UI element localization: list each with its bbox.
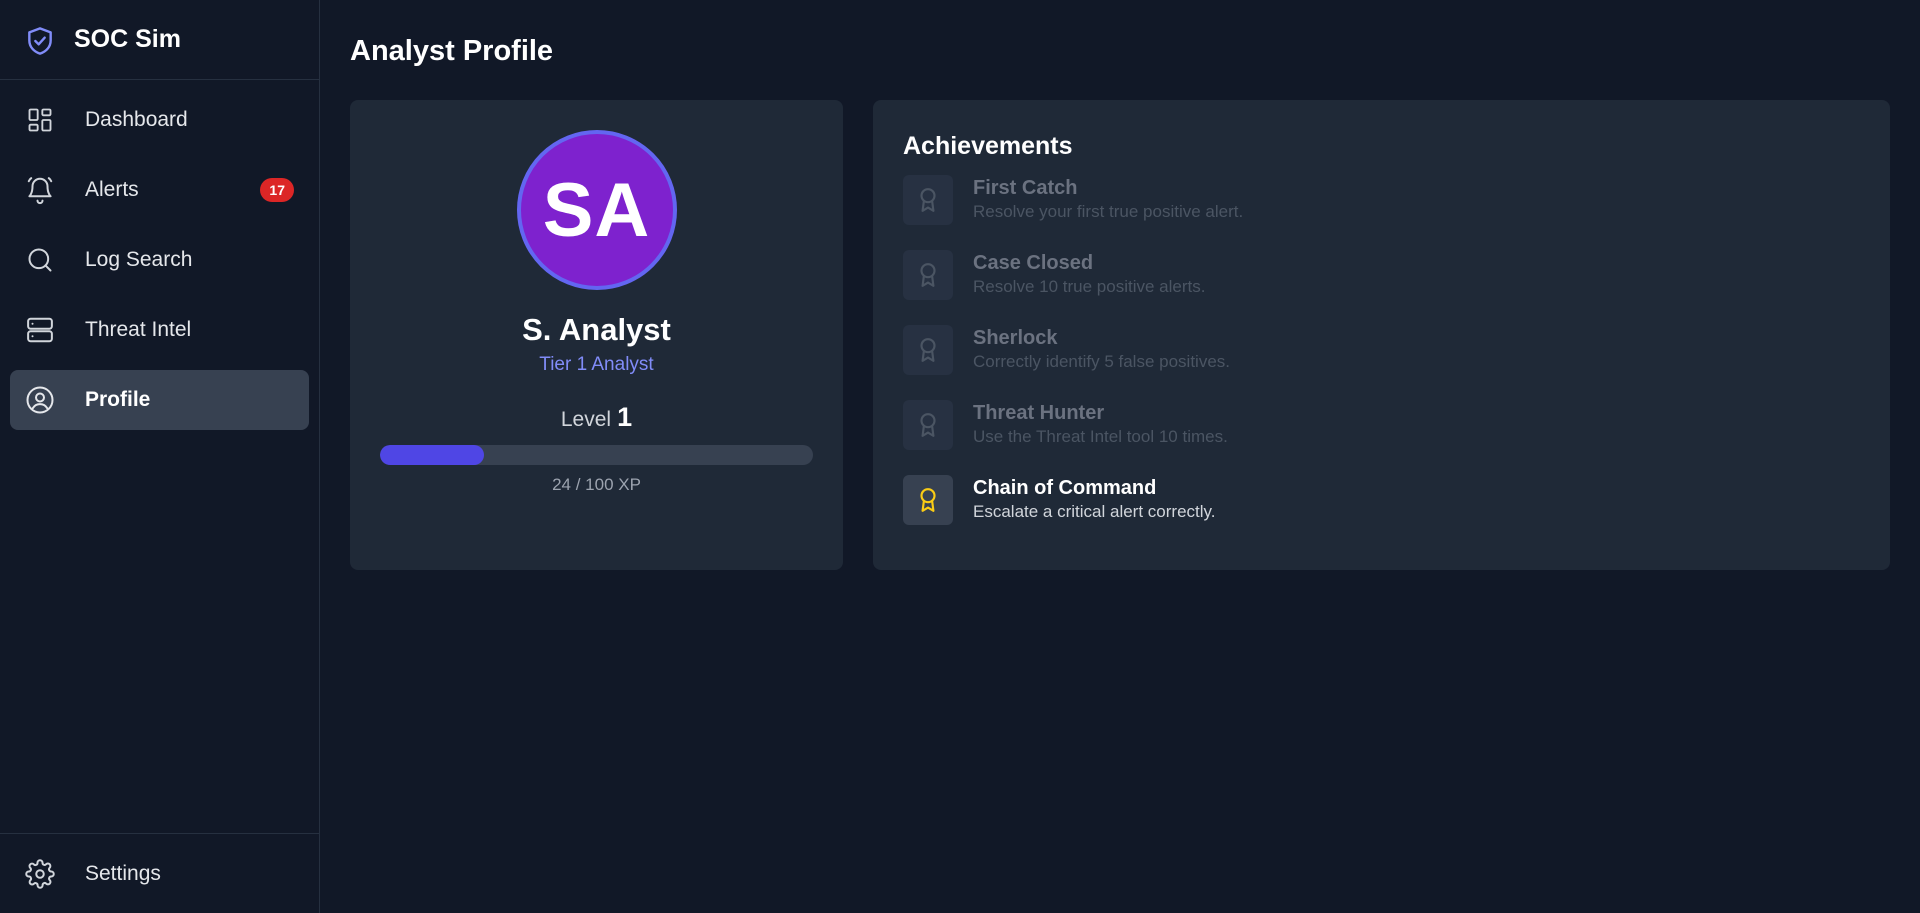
sidebar-item-label: Log Search [85,248,193,271]
achievements-card: Achievements First Catch Resolve your fi… [873,100,1890,570]
page-title: Analyst Profile [350,35,554,67]
sidebar-item-profile[interactable]: Profile [10,370,309,430]
main-content: Analyst Profile SA S. Analyst Tier 1 Ana… [320,0,1920,913]
award-icon [903,475,953,525]
sidebar-item-label: Profile [85,388,151,411]
server-icon [25,315,55,345]
dashboard-icon [25,105,55,135]
search-icon [25,245,55,275]
xp-progress-bar [380,445,813,465]
brand: SOC Sim [0,0,319,80]
profile-cards: SA S. Analyst Tier 1 Analyst Level 1 24 … [350,100,1890,570]
sidebar-item-threat-intel[interactable]: Threat Intel [10,300,309,360]
sidebar-item-settings[interactable]: Settings [10,844,309,904]
sidebar-nav: Dashboard Alerts 17 Log Search Threat In… [0,80,319,430]
award-icon [903,175,953,225]
app-root: SOC Sim Dashboard Alerts 17 Log Search T… [0,0,1920,913]
achievement-item: Sherlock Correctly identify 5 false posi… [903,325,1860,375]
sidebar-item-label: Alerts [85,178,139,201]
profile-card: SA S. Analyst Tier 1 Analyst Level 1 24 … [350,100,843,570]
achievement-description: Escalate a critical alert correctly. [973,502,1216,521]
achievement-item: First Catch Resolve your first true posi… [903,175,1860,225]
bell-icon [25,175,55,205]
sidebar-item-label: Settings [85,861,161,885]
achievement-name: First Catch [973,177,1078,199]
sidebar-item-alerts[interactable]: Alerts 17 [10,160,309,220]
xp-text: 24 / 100 XP [552,475,641,494]
profile-tier: Tier 1 Analyst [539,354,654,375]
achievements-title: Achievements [903,132,1073,160]
alerts-count-badge: 17 [260,178,294,202]
achievement-description: Correctly identify 5 false positives. [973,352,1230,371]
xp-progress-fill [380,445,484,465]
sidebar-footer: Settings [0,833,319,913]
sidebar-item-dashboard[interactable]: Dashboard [10,90,309,150]
level-label: Level [560,408,612,431]
award-icon [903,325,953,375]
gear-icon [25,858,55,889]
achievement-description: Use the Threat Intel tool 10 times. [973,427,1228,446]
achievement-name: Chain of Command [973,477,1157,499]
achievement-name: Sherlock [973,327,1058,349]
achievement-item: Chain of Command Escalate a critical ale… [903,475,1860,525]
sidebar-item-label: Dashboard [85,108,188,131]
award-icon [903,250,953,300]
award-icon [903,400,953,450]
sidebar-item-label: Threat Intel [85,318,192,341]
achievement-item: Threat Hunter Use the Threat Intel tool … [903,400,1860,450]
profile-name: S. Analyst [522,312,671,347]
level-value: 1 [617,402,633,432]
achievement-description: Resolve 10 true positive alerts. [973,277,1206,296]
sidebar: SOC Sim Dashboard Alerts 17 Log Search T… [0,0,320,913]
user-circle-icon [25,385,55,415]
achievements-list: First Catch Resolve your first true posi… [903,175,1860,525]
achievement-name: Threat Hunter [973,402,1105,424]
achievement-name: Case Closed [973,252,1094,274]
shield-check-icon [24,24,56,56]
avatar: SA [516,130,677,290]
level-row: Level 1 [561,402,632,433]
sidebar-item-log-search[interactable]: Log Search [10,230,309,290]
achievement-item: Case Closed Resolve 10 true positive ale… [903,250,1860,300]
achievement-description: Resolve your first true positive alert. [973,202,1244,221]
app-title: SOC Sim [74,25,181,53]
